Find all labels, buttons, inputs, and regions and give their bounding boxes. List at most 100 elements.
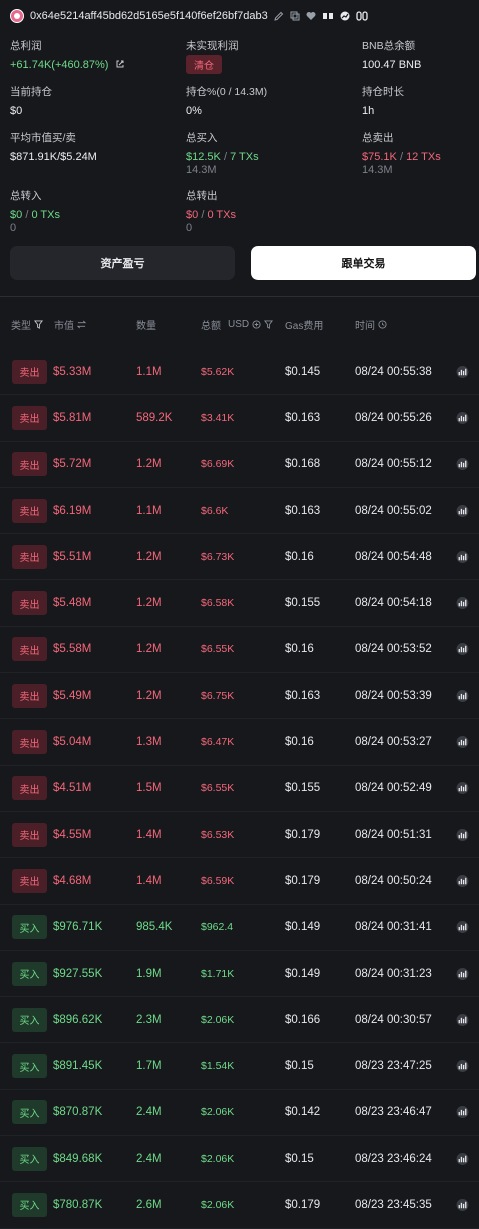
header-usd-label[interactable]: USD: [228, 319, 249, 330]
table-row[interactable]: 买入 $891.45K 1.7M $1.54K $0.15 08/23 23:4…: [0, 1043, 479, 1090]
table-row[interactable]: 卖出 $5.48M 1.2M $6.58K $0.155 08/24 00:54…: [0, 580, 479, 627]
chart-icon[interactable]: [456, 782, 469, 795]
total-sell-txs: 12 TXs: [406, 151, 441, 163]
tab-copy-trade[interactable]: 跟单交易: [251, 246, 476, 280]
total-cell: $6.47K: [201, 736, 235, 749]
chart-icon[interactable]: [456, 874, 469, 887]
copy-icon[interactable]: [290, 11, 300, 21]
holding-value: $0: [10, 105, 23, 117]
gas-cell: $0.15: [285, 1152, 314, 1165]
trade-type-badge: 买入: [12, 1192, 47, 1217]
chart-icon[interactable]: [456, 736, 469, 749]
avg-mcap-value: $871.91K/$5.24M: [10, 151, 97, 163]
chart-icon[interactable]: [456, 411, 469, 424]
table-row[interactable]: 卖出 $5.72M 1.2M $6.69K $0.168 08/24 00:55…: [0, 442, 479, 488]
stat-total-sell: 总卖出 $75.1K / 12 TXs 14.3M: [362, 124, 469, 182]
trade-type-badge: 买入: [12, 1054, 47, 1079]
wallet-address[interactable]: 0x64e5214aff45bd62d5165e5f140f6ef26bf7da…: [30, 10, 268, 22]
table-row[interactable]: 卖出 $4.51M 1.5M $6.55K $0.155 08/24 00:52…: [0, 766, 479, 812]
qty-cell: 1.1M: [136, 504, 162, 517]
table-row[interactable]: 卖出 $5.49M 1.2M $6.75K $0.163 08/24 00:53…: [0, 673, 479, 720]
table-row[interactable]: 买入 $927.55K 1.9M $1.71K $0.149 08/24 00:…: [0, 951, 479, 998]
chart-icon[interactable]: [456, 689, 469, 702]
total-sell-qty: 14.3M: [362, 164, 393, 176]
header-time[interactable]: 时间: [355, 317, 387, 332]
chart-icon[interactable]: [456, 1013, 469, 1026]
header-qty-label: 数量: [136, 321, 156, 332]
header-qty: 数量: [136, 317, 156, 332]
external-link-icon[interactable]: [115, 59, 125, 69]
table-row[interactable]: 买入 $849.68K 2.4M $2.06K $0.15 08/23 23:4…: [0, 1136, 479, 1183]
transfer-out-amount: $0: [186, 209, 199, 221]
total-cell: $6.59K: [201, 874, 235, 887]
gas-cell: $0.168: [285, 458, 321, 471]
link-logo-icon[interactable]: [356, 11, 368, 21]
table-row[interactable]: 卖出 $5.33M 1.1M $5.62K $0.145 08/24 00:55…: [0, 349, 479, 396]
gas-cell: $0.16: [285, 643, 314, 656]
table-row[interactable]: 买入 $870.87K 2.4M $2.06K $0.142 08/23 23:…: [0, 1090, 479, 1137]
mcap-cell: $891.45K: [53, 1060, 103, 1073]
header-type[interactable]: 类型: [11, 317, 43, 332]
clock-icon[interactable]: [378, 320, 387, 329]
chart-icon[interactable]: [456, 550, 469, 563]
table-row[interactable]: 卖出 $4.68M 1.4M $6.59K $0.179 08/24 00:50…: [0, 858, 479, 905]
qty-cell: 1.5M: [136, 782, 162, 795]
stat-value: +61.74K(+460.87%): [10, 59, 186, 71]
chart-icon[interactable]: [456, 1198, 469, 1211]
stat-label: 持仓%(0 / 14.3M): [186, 86, 268, 98]
stat-value: $75.1K / 12 TXs: [362, 151, 469, 163]
total-cell: $6.55K: [201, 643, 235, 656]
chart-icon[interactable]: [456, 921, 469, 934]
chart-icon[interactable]: [456, 365, 469, 378]
table-row[interactable]: 买入 $976.71K 985.4K $962.4 $0.149 08/24 0…: [0, 905, 479, 951]
table-row[interactable]: 卖出 $4.55M 1.4M $6.53K $0.179 08/24 00:51…: [0, 812, 479, 859]
table-row[interactable]: 卖出 $6.19M 1.1M $6.6K $0.163 08/24 00:55:…: [0, 488, 479, 535]
stat-label: 平均市值买/卖: [10, 132, 76, 144]
currency-switch-icon[interactable]: [252, 320, 261, 329]
chart-icon[interactable]: [456, 597, 469, 610]
chart-icon[interactable]: [456, 1060, 469, 1073]
table-row[interactable]: 卖出 $5.04M 1.3M $6.47K $0.16 08/24 00:53:…: [0, 719, 479, 766]
total-cell: $5.62K: [201, 365, 235, 378]
table-row[interactable]: 卖出 $5.58M 1.2M $6.55K $0.16 08/24 00:53:…: [0, 627, 479, 674]
chart-icon[interactable]: [456, 643, 469, 656]
stat-label: 总转出: [186, 190, 218, 202]
chart-icon[interactable]: [456, 1152, 469, 1165]
tab-asset-pnl[interactable]: 资产盈亏: [10, 246, 235, 280]
header-mcap[interactable]: 市值: [54, 317, 86, 332]
total-cell: $3.41K: [201, 411, 235, 424]
table-row[interactable]: 卖出 $5.81M 589.2K $3.41K $0.163 08/24 00:…: [0, 395, 479, 442]
edit-icon[interactable]: [274, 11, 284, 21]
stat-label: 总利润: [10, 40, 42, 52]
header-gas: Gas费用: [285, 317, 323, 332]
qty-cell: 1.7M: [136, 1060, 162, 1073]
total-buy-amount: $12.5K: [186, 151, 221, 163]
heart-icon[interactable]: [306, 11, 316, 21]
separator: /: [25, 209, 29, 221]
header-mcap-label: 市值: [54, 321, 74, 332]
chart-icon[interactable]: [456, 828, 469, 841]
swap-icon[interactable]: [77, 320, 86, 329]
filter-icon[interactable]: [264, 320, 274, 329]
chart-icon[interactable]: [456, 458, 469, 471]
chart-icon[interactable]: [456, 967, 469, 980]
table-row[interactable]: 卖出 $5.51M 1.2M $6.73K $0.16 08/24 00:54:…: [0, 534, 479, 581]
chart-icon[interactable]: [456, 504, 469, 517]
stat-value: $0 / 0 TXs: [10, 209, 186, 221]
mcap-cell: $5.49M: [53, 689, 92, 702]
brand-logo-icon[interactable]: [322, 11, 334, 21]
header-total[interactable]: 总额 USD: [201, 317, 274, 332]
cleared-badge: 清仓: [186, 55, 222, 74]
table-row[interactable]: 买入 $896.62K 2.3M $2.06K $0.166 08/24 00:…: [0, 997, 479, 1044]
chart-logo-icon[interactable]: [340, 11, 350, 21]
stat-value: $0 / 0 TXs: [186, 209, 362, 221]
table-row[interactable]: 买入 $780.87K 2.6M $2.06K $0.179 08/23 23:…: [0, 1182, 479, 1229]
qty-cell: 1.9M: [136, 967, 162, 980]
header-total-label: 总额: [201, 321, 221, 332]
filter-icon[interactable]: [34, 320, 43, 329]
trade-type-badge: 卖出: [12, 730, 47, 755]
chart-icon[interactable]: [456, 1106, 469, 1119]
time-cell: 08/24 00:51:31: [355, 828, 432, 841]
trade-type-badge: 卖出: [12, 683, 47, 708]
transfer-out-qty: 0: [186, 222, 193, 234]
